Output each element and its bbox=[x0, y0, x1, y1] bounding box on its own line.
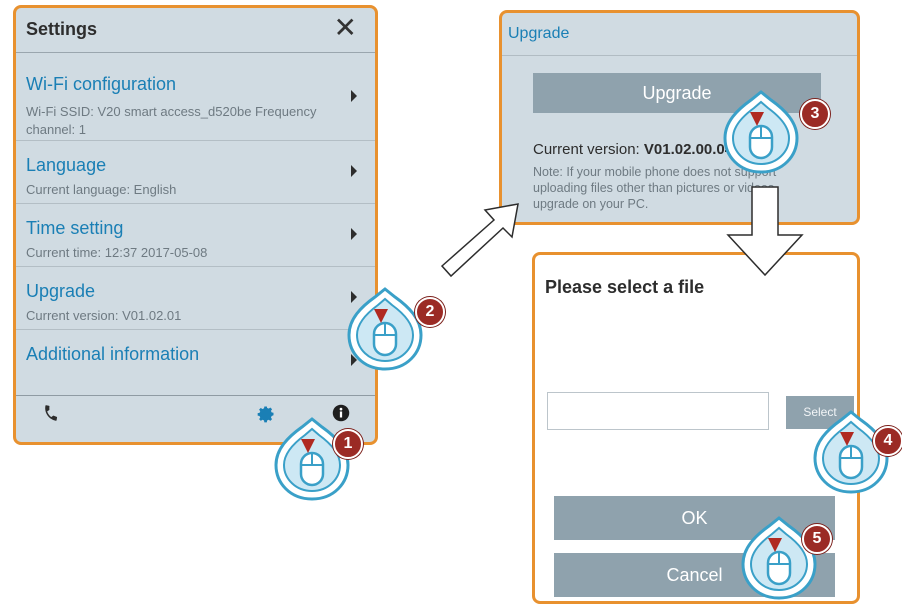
menu-item-time-setting[interactable]: Time setting Current time: 12:37 2017-05… bbox=[16, 204, 375, 267]
upgrade-title: Upgrade bbox=[508, 25, 570, 42]
current-version-label: Current version: bbox=[533, 141, 644, 158]
menu-item-label: Upgrade bbox=[26, 281, 96, 301]
chevron-right-icon bbox=[351, 228, 357, 240]
step-badge: 4 bbox=[873, 426, 902, 456]
menu-item-upgrade[interactable]: Upgrade Current version: V01.02.01 bbox=[16, 267, 375, 330]
menu-item-detail: Current language: English bbox=[26, 182, 177, 197]
close-icon[interactable]: ✕ bbox=[334, 13, 357, 43]
menu-item-language[interactable]: Language Current language: English bbox=[16, 141, 375, 204]
menu-item-label: Language bbox=[26, 155, 107, 175]
menu-item-additional-information[interactable]: Additional information bbox=[16, 330, 375, 390]
chevron-right-icon bbox=[351, 90, 357, 102]
phone-icon[interactable] bbox=[42, 404, 60, 428]
upgrade-header: Upgrade bbox=[502, 13, 857, 56]
menu-item-detail: channel: 1 bbox=[26, 122, 86, 137]
mouse-click-icon bbox=[723, 90, 799, 174]
mouse-click-icon bbox=[274, 417, 350, 501]
menu-item-label: Time setting bbox=[26, 218, 124, 238]
step-badge: 5 bbox=[802, 524, 832, 554]
menu-item-label: Wi-Fi configuration bbox=[26, 74, 177, 94]
current-version-value: V01.02.00.04 bbox=[643, 141, 734, 158]
menu-item-wifi-configuration[interactable]: Wi-Fi configuration Wi-Fi SSID: V20 smar… bbox=[16, 53, 375, 141]
menu-item-label: Additional information bbox=[26, 344, 200, 364]
step-badge: 2 bbox=[415, 297, 445, 327]
step-badge: 1 bbox=[333, 429, 363, 459]
settings-title: Settings bbox=[26, 19, 98, 39]
chevron-right-icon bbox=[351, 165, 357, 177]
file-path-input[interactable] bbox=[547, 392, 769, 430]
mouse-click-icon bbox=[347, 287, 423, 371]
step-badge: 3 bbox=[800, 99, 830, 129]
menu-item-detail: Current version: V01.02.01 bbox=[26, 308, 182, 323]
flow-arrow-down-icon bbox=[726, 186, 804, 277]
settings-panel: Settings ✕ Wi-Fi configuration Wi-Fi SSI… bbox=[13, 5, 378, 445]
menu-item-detail: Wi-Fi SSID: V20 smart access_d520be Freq… bbox=[26, 104, 317, 119]
current-version: Current version: V01.02.00.04 bbox=[533, 141, 733, 158]
settings-header: Settings ✕ bbox=[16, 8, 375, 53]
flow-arrow-diagonal-icon bbox=[440, 203, 519, 278]
menu-item-detail: Current time: 12:37 2017-05-08 bbox=[26, 245, 208, 260]
file-dialog-title: Please select a file bbox=[545, 277, 705, 297]
